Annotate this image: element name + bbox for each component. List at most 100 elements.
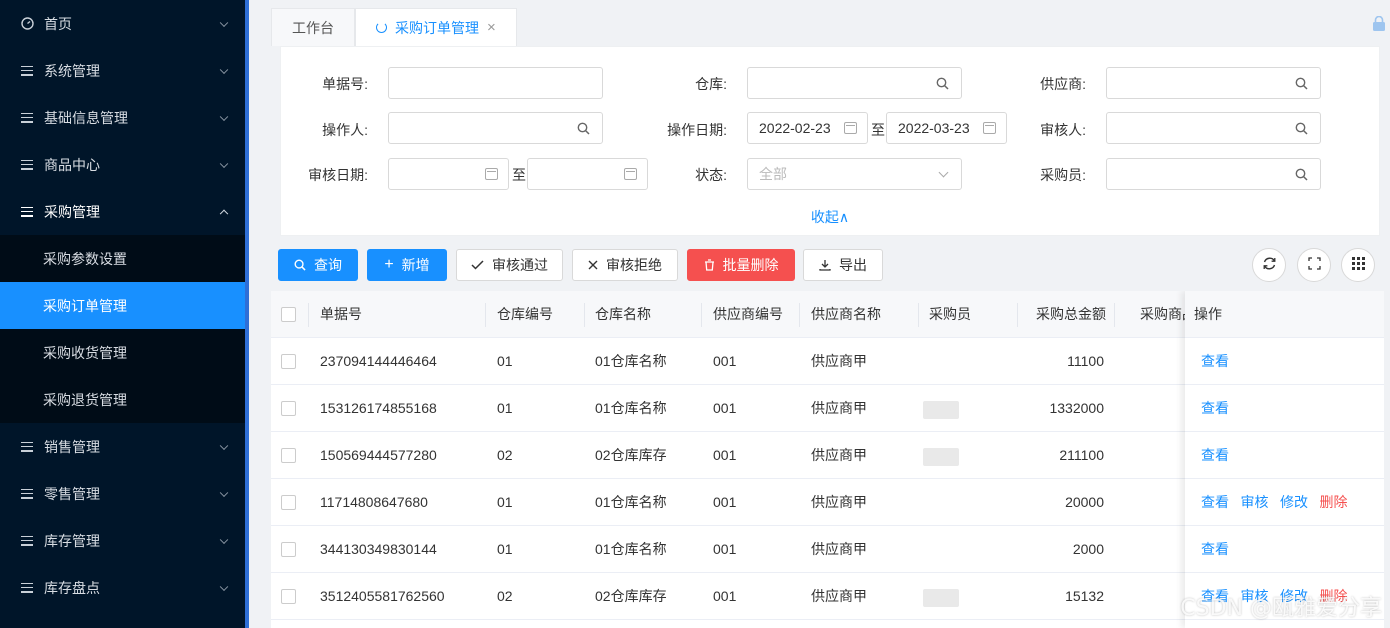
auditor-input[interactable] [1106,112,1321,144]
column-header[interactable]: 仓库名称 [595,291,651,338]
auditor-label: 审核人: [1040,122,1086,138]
tab-purchase-orders[interactable]: 采购订单管理 × [355,8,517,46]
sidebar-item-goods[interactable]: 商品中心 [0,141,245,188]
table-cell: 01 [497,541,513,557]
dashboard-icon [20,17,34,30]
buyer-label: 采购员: [1040,167,1086,183]
warehouse-input[interactable] [747,67,962,99]
sidebar-item-inventory[interactable]: 库存管理 [0,517,245,564]
main-content: 工作台 采购订单管理 × 单据号: 仓库: 供应商: 操作人: 操作日期: 20… [249,0,1390,628]
doc-no-label: 单据号: [322,76,368,92]
tab-workbench[interactable]: 工作台 [271,8,355,46]
doc-no-input[interactable] [388,67,603,99]
operations-cell: 查看 [1185,338,1384,385]
download-icon [819,259,831,271]
sidebar-subitem-purchase-receipt[interactable]: 采购收货管理 [0,329,245,376]
add-button[interactable]: + 新增 [367,249,447,281]
row-checkbox[interactable] [281,495,296,510]
row-checkbox[interactable] [281,448,296,463]
edit-link[interactable]: 修改 [1280,479,1308,526]
fullscreen-button[interactable] [1297,248,1331,282]
table-cell: 153126174855168 [320,400,437,416]
row-checkbox[interactable] [281,589,296,604]
view-link[interactable]: 查看 [1201,385,1229,432]
column-divider [1017,303,1018,327]
export-button[interactable]: 导出 [803,249,883,281]
row-checkbox[interactable] [281,401,296,416]
sidebar-item-basic-info[interactable]: 基础信息管理 [0,94,245,141]
sidebar-item-label: 库存盘点 [44,579,100,596]
column-header[interactable]: 仓库编号 [497,291,553,338]
refresh-button[interactable] [1252,248,1286,282]
sidebar-item-label: 商品中心 [44,156,100,173]
sidebar-item-purchase[interactable]: 采购管理 [0,188,245,235]
column-header[interactable]: 单据号 [320,291,362,338]
menu-icon [20,535,34,546]
table-cell: 01 [497,353,513,369]
search-icon [1295,77,1308,93]
column-header[interactable]: 供应商名称 [811,291,881,338]
sidebar-item-label: 首页 [44,15,72,32]
chevron-up-icon [219,209,229,218]
chevron-down-icon [938,167,949,178]
table-cell: 01仓库名称 [595,353,667,369]
sidebar-item-system[interactable]: 系统管理 [0,47,245,94]
close-icon[interactable]: × [487,19,496,36]
table-cell: 供应商甲 [811,541,867,557]
chevron-down-icon [219,18,229,27]
op-date-from-input[interactable]: 2022-02-23 [747,112,868,144]
delete-link[interactable]: 删除 [1320,479,1348,526]
supplier-input[interactable] [1106,67,1321,99]
view-link[interactable]: 查看 [1201,526,1229,573]
chevron-down-icon [219,441,229,450]
row-checkbox[interactable] [281,542,296,557]
table-cell-amount: 211100 [1059,447,1104,463]
chevron-down-icon [219,488,229,497]
table-cell: 02仓库库存 [595,447,667,463]
chevron-down-icon [219,65,229,74]
view-link[interactable]: 查看 [1201,338,1229,385]
column-settings-button[interactable] [1341,248,1375,282]
search-icon [936,77,949,93]
table-cell: 供应商甲 [811,494,867,510]
audit-date-from-input[interactable] [388,158,509,190]
sidebar-subitem-purchase-return[interactable]: 采购退货管理 [0,376,245,423]
operations-cell: 查看 审核 修改 删除 [1185,479,1384,526]
sidebar-item-stocktake[interactable]: 库存盘点 [0,564,245,611]
add-label: 新增 [401,257,430,273]
column-header[interactable]: 采购商品 [1140,291,1185,338]
sidebar-subitem-purchase-params[interactable]: 采购参数设置 [0,235,245,282]
date-range-separator: 至 [512,167,526,183]
buyer-input[interactable] [1106,158,1321,190]
sidebar-item-home[interactable]: 首页 [0,0,245,47]
tab-bar: 工作台 采购订单管理 × [271,8,517,46]
reject-button[interactable]: 审核拒绝 [572,249,678,281]
view-link[interactable]: 查看 [1201,479,1229,526]
sidebar-item-sales[interactable]: 销售管理 [0,423,245,470]
column-header[interactable]: 供应商编号 [713,291,783,338]
supplier-label: 供应商: [1040,76,1086,92]
row-checkbox[interactable] [281,354,296,369]
audit-link[interactable]: 审核 [1241,479,1269,526]
approve-button[interactable]: 审核通过 [456,249,563,281]
operator-input[interactable] [388,112,603,144]
table-cell: 344130349830144 [320,541,437,557]
status-select[interactable]: 全部 [747,158,962,190]
trash-icon [704,259,715,271]
table-cell: 3512405581762560 [320,588,445,604]
sidebar-subitem-purchase-orders[interactable]: 采购订单管理 [0,282,245,329]
sidebar-item-retail[interactable]: 零售管理 [0,470,245,517]
batch-delete-button[interactable]: 批量删除 [687,249,795,281]
column-header[interactable]: 采购总金额 [1036,291,1106,338]
redacted-buyer [923,448,959,466]
approve-label: 审核通过 [492,257,548,273]
chevron-down-icon [219,582,229,591]
select-all-checkbox[interactable] [281,307,296,322]
lock-icon[interactable] [1372,15,1386,32]
query-button[interactable]: 查询 [278,249,358,281]
view-link[interactable]: 查看 [1201,432,1229,479]
collapse-filters-link[interactable]: 收起∧ [281,207,1379,227]
chevron-down-icon [219,535,229,544]
status-value: 全部 [759,166,787,182]
column-header[interactable]: 采购员 [929,291,971,338]
